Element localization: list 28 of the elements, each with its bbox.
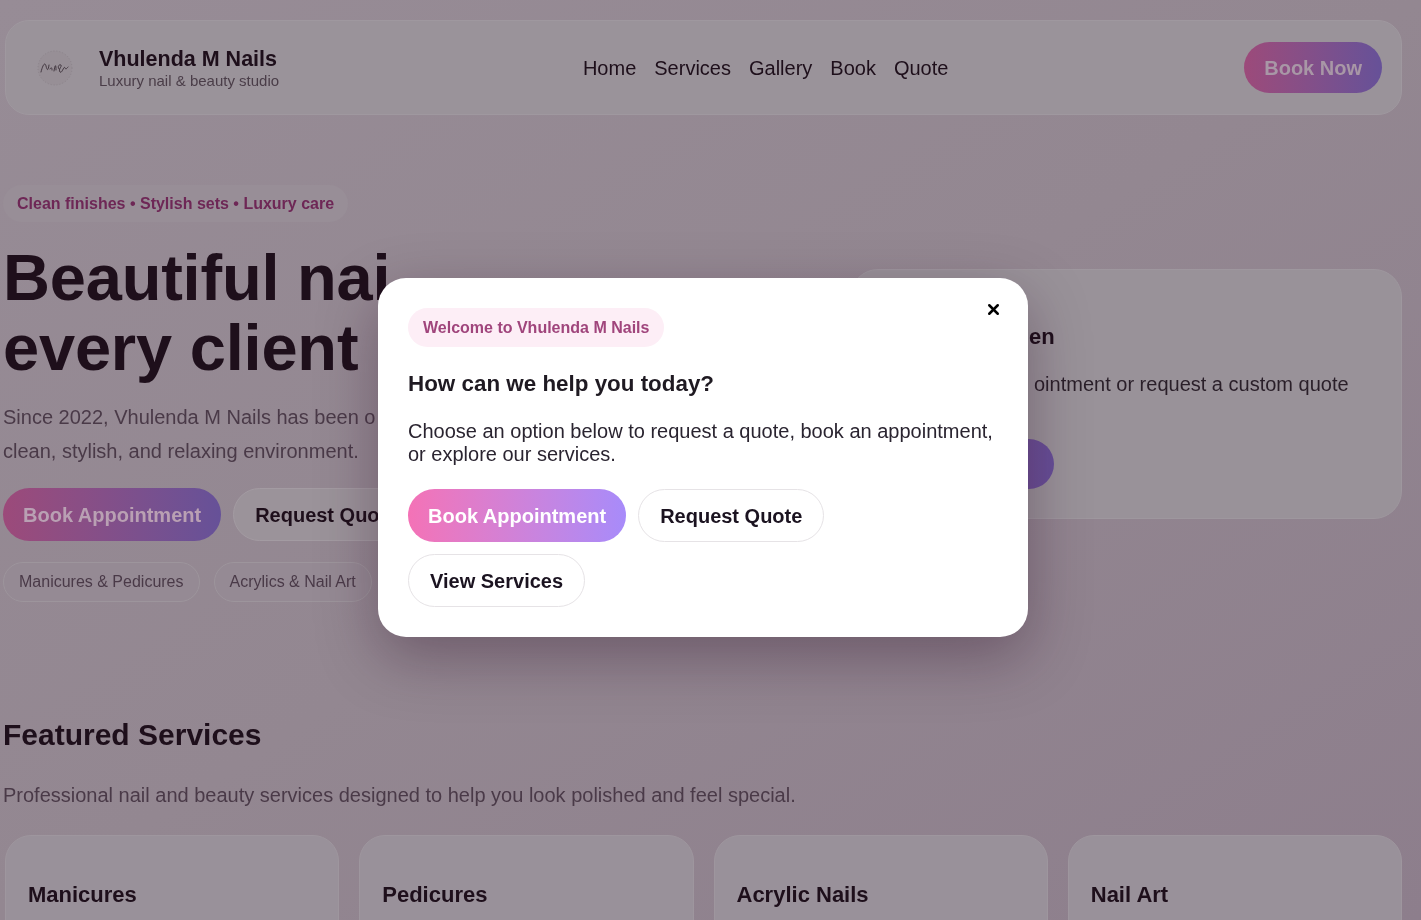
section-subheading: Professional nail and beauty services designed to help you look polished and feel special.	[3, 783, 797, 808]
dialog-text: Choose an option below to request a quote, book an appointment, or explore our services.	[408, 420, 994, 466]
nav-link[interactable]: Quote	[893, 54, 949, 81]
nav-link[interactable]: Book	[830, 54, 876, 81]
section-heading: Featured Services	[3, 717, 263, 753]
service-title: Nail Art	[1090, 882, 1169, 907]
close-icon	[985, 301, 1002, 318]
card-heading: en	[1029, 323, 1055, 351]
logo-icon	[37, 49, 73, 86]
service-title: Pedicures	[382, 882, 488, 907]
dialog-option-button[interactable]: Request Quote	[638, 489, 825, 542]
nav-link[interactable]: Services	[654, 54, 731, 81]
close-button[interactable]	[985, 301, 1002, 318]
service-chip: Manicures & Pedicures	[3, 562, 200, 602]
service-title: Acrylic Nails	[736, 882, 869, 907]
card-text: ointment or request a custom quote	[1034, 372, 1349, 397]
service-chip: Acrylics & Nail Art	[213, 562, 372, 602]
hero-tagline: Clean finishes • Stylish sets • Luxury care	[3, 185, 349, 222]
service-title: Manicures	[28, 882, 137, 907]
dialog-option-button[interactable]: View Services	[408, 554, 586, 607]
welcome-badge: Welcome to Vhulenda M Nails	[408, 308, 665, 347]
dialog-title: How can we help you today?	[408, 370, 715, 398]
nav-link[interactable]: Gallery	[749, 54, 813, 81]
brand-name: Vhulenda M Nails	[99, 45, 278, 72]
nav-link[interactable]: Home	[582, 54, 637, 81]
hero-intro: Since 2022, Vhulenda M Nails has been o clean, stylish, and relaxing environment.	[3, 405, 376, 464]
hero-heading: Beautiful nai every client	[3, 243, 391, 383]
brand-tagline: Luxury nail & beauty studio	[99, 71, 280, 90]
